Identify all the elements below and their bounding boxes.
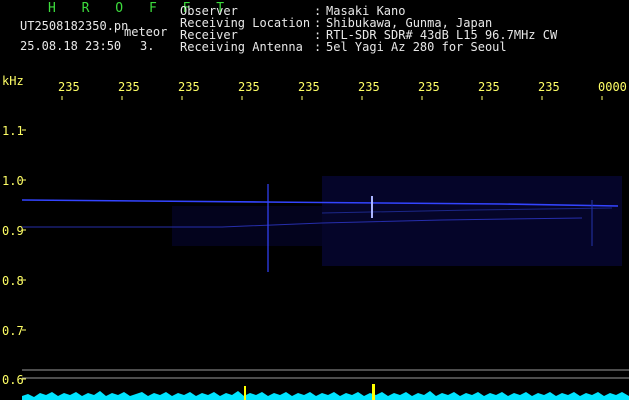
info-sep: : (314, 40, 322, 54)
x-tick-label: 0000 (598, 80, 627, 94)
spectrum-peak (372, 384, 375, 400)
x-tick-label: 235 (118, 80, 140, 94)
y-tick-label: 1.0 (2, 174, 24, 188)
noise-region (322, 176, 622, 266)
meteor-label: meteor (124, 25, 168, 39)
meteor-count: 3. (140, 39, 155, 53)
y-tick-label: 0.8 (2, 274, 24, 288)
image-filename: UT2508182350.pn (20, 19, 129, 33)
y-tick-label: 0.7 (2, 324, 24, 338)
x-tick-label: 235 (478, 80, 500, 94)
info-label-antenna: Receiving Antenna (180, 40, 303, 54)
y-tick-label: 0.9 (2, 224, 24, 238)
x-tick-label: 235 (238, 80, 260, 94)
x-tick-label: 235 (418, 80, 440, 94)
spectrum-strip (22, 391, 629, 400)
spectrum-peak (244, 386, 246, 400)
info-value-antenna: 5el Yagi Az 280 for Seoul (326, 40, 507, 54)
y-axis-unit: kHz (2, 74, 24, 88)
y-tick-label: 0.6 (2, 373, 24, 387)
x-tick-label: 235 (358, 80, 380, 94)
x-tick-label: 235 (58, 80, 80, 94)
x-axis-ticks (61, 96, 603, 100)
y-tick-label: 1.1 (2, 124, 24, 138)
timestamp: 25.08.18 23:50 (20, 39, 122, 53)
x-tick-label: 235 (298, 80, 320, 94)
x-tick-label: 235 (538, 80, 560, 94)
spectrogram-plot (22, 96, 629, 400)
y-axis-ticks (22, 129, 26, 380)
x-tick-label: 235 (178, 80, 200, 94)
